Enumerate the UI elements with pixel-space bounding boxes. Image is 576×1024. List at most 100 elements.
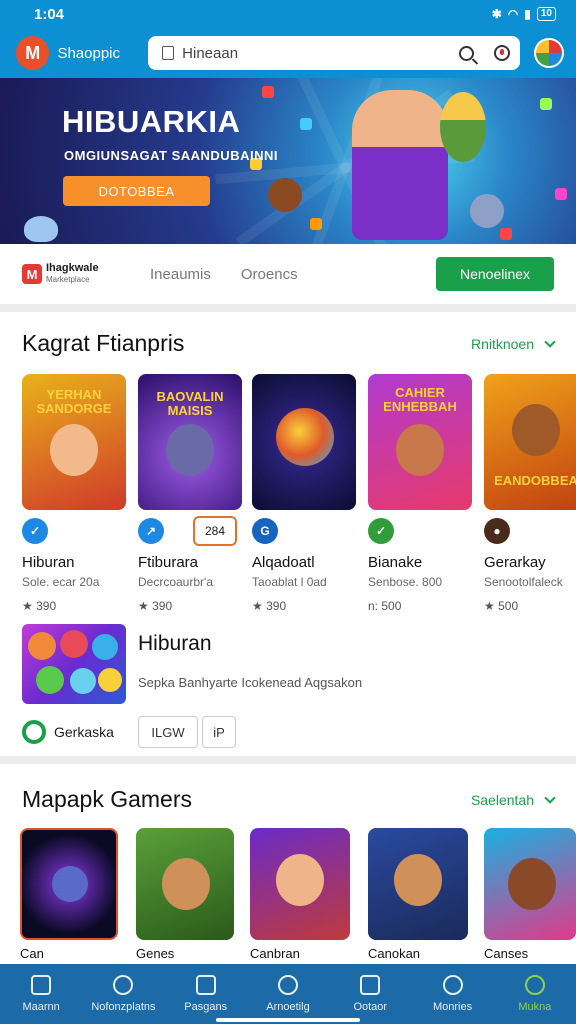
featured-app-description: Sepka Banhyarte Icokenead Aqgsakon (138, 675, 363, 690)
search-input[interactable]: Hineaan (182, 45, 459, 62)
game-thumbnail[interactable] (484, 828, 576, 940)
status-time: 1:04 (34, 5, 65, 23)
seller-row: M Ihagkwale Marketplace Ineaumis Oroencs… (0, 244, 576, 304)
featured-share-button[interactable]: iP (202, 716, 236, 748)
nav-item-apps[interactable]: Arnoetilg (247, 964, 329, 1024)
section-title: Kagrat Ftianpris (22, 330, 185, 356)
seller-tab-1[interactable]: Ineaumis (150, 266, 211, 283)
app-logo[interactable]: M (16, 36, 50, 70)
game-thumbnail[interactable] (368, 828, 468, 940)
app-meta: Senbose. 800 (368, 575, 443, 589)
game-card[interactable]: Can (20, 828, 118, 961)
section-featured: Kagrat Ftianpris Rnitknoen YERHAN SANDOR… (0, 312, 576, 756)
seller-logo: M (22, 264, 42, 284)
game-card[interactable]: Canses (484, 828, 576, 961)
nav-item-people[interactable]: Monries (411, 964, 493, 1024)
search-bar[interactable]: Hineaan (148, 36, 521, 70)
app-card[interactable]: CAHIER ENHEBBAH ✓ Bianake Senbose. 800 n… (368, 374, 472, 613)
featured-app[interactable]: Hiburan Sepka Banhyarte Icokenead Aqgsak… (22, 624, 542, 748)
app-thumbnail[interactable]: CAHIER ENHEBBAH (368, 374, 472, 510)
nav-item-account[interactable]: Mukna (494, 964, 576, 1024)
app-rating: ★ 390 (252, 599, 287, 613)
app-rating: ★ 390 (138, 599, 173, 613)
app-thumbnail[interactable] (252, 374, 356, 510)
nav-item-games[interactable]: Pasgans (165, 964, 247, 1024)
game-card[interactable]: Genes (136, 828, 234, 961)
search-lead-icon (162, 46, 175, 60)
section-games: Mapapk Gamers Saelentah Can Genes Canbra… (0, 764, 576, 964)
featured-app-title: Hiburan (138, 632, 212, 655)
game-name: Canses (484, 946, 529, 961)
app-badge-icon: ✓ (22, 518, 48, 544)
game-name: Can (20, 946, 44, 961)
section-more-link[interactable]: Saelentah (471, 791, 556, 808)
game-name: Canbran (250, 946, 300, 961)
banner-character-robot (470, 194, 504, 228)
banner-title: HIBUARKIA (62, 104, 241, 139)
banner-character-side (440, 92, 486, 162)
mic-icon[interactable] (494, 45, 511, 61)
game-thumbnail[interactable] (250, 828, 350, 940)
app-card[interactable]: BAOVALIN MAISIS ↗ Ftiburara Decrcoaurbr'… (138, 374, 242, 613)
app-thumbnail[interactable]: BAOVALIN MAISIS (138, 374, 242, 510)
signal-icon: ▮ (524, 7, 531, 21)
game-thumbnail[interactable] (136, 828, 234, 940)
seller-action-button[interactable]: Nenoelinex (436, 257, 554, 291)
game-card[interactable]: Canbran (250, 828, 350, 961)
chevron-down-icon (544, 335, 556, 348)
chevron-down-icon (544, 791, 556, 804)
app-meta: Senootolfaleck (484, 575, 563, 589)
price-badge[interactable]: 284 (193, 516, 237, 546)
game-thumbnail[interactable] (20, 828, 118, 940)
app-badge-icon: ↗ (138, 518, 164, 544)
status-bar: 1:04 ✱ ◠ ▮ 10 (0, 0, 576, 28)
banner-subtitle: OMGIUNSAGAT SAANDUBAINNI (64, 148, 278, 163)
featured-app-developer: Gerkaska (22, 720, 114, 744)
app-name: Bianake (368, 554, 423, 571)
bluetooth-icon: ✱ (491, 7, 502, 21)
featured-install-button[interactable]: ILGW (138, 716, 198, 748)
book-icon (360, 975, 381, 995)
account-icon (524, 975, 545, 995)
avatar[interactable] (534, 38, 564, 68)
app-meta: Decrcoaurbr'a (138, 575, 213, 589)
section-header: Kagrat Ftianpris Rnitknoen (22, 330, 556, 357)
bottom-nav: Maarnn Nofonzplatns Pasgans Arnoetilg Oo… (0, 964, 576, 1024)
people-icon (442, 975, 463, 995)
section-header: Mapapk Gamers Saelentah (22, 786, 556, 813)
nav-item-books[interactable]: Ootaor (329, 964, 411, 1024)
section-title: Mapapk Gamers (22, 786, 193, 812)
game-name: Genes (136, 946, 175, 961)
app-badge-icon: ● (484, 518, 510, 544)
app-card[interactable]: G Alqadoatl Taoablat l 0ad ★ 390 (252, 374, 356, 613)
status-icons: ✱ ◠ ▮ 10 (492, 7, 556, 21)
home-icon (31, 975, 52, 995)
home-indicator[interactable] (216, 1018, 360, 1022)
app-thumbnail[interactable]: EANDOBBEA (484, 374, 576, 510)
app-card[interactable]: YERHAN SANDORGE ✓ Hiburan Sole. ecar 20a… (22, 374, 126, 613)
app-thumbnail[interactable]: YERHAN SANDORGE (22, 374, 126, 510)
app-rating: ★ 390 (22, 599, 57, 613)
app-name: Alqadoatl (252, 554, 315, 571)
app-name: Ftiburara (138, 554, 199, 571)
game-card[interactable]: Canokan (368, 828, 468, 961)
seller-tab-2[interactable]: Oroencs (241, 266, 298, 283)
app-meta: Sole. ecar 20a (22, 575, 100, 589)
search-icon[interactable] (459, 45, 475, 61)
app-bar: M Shaoppic Hineaan (0, 28, 576, 78)
app-name: Hiburan (22, 554, 75, 571)
nav-item-home[interactable]: Maarnn (0, 964, 82, 1024)
app-badge-icon: ✓ (368, 518, 394, 544)
games-icon (195, 975, 216, 995)
banner-heart (24, 216, 58, 242)
brand-name: Shaoppic (57, 44, 121, 62)
featured-app-image[interactable] (22, 624, 126, 704)
game-name: Canokan (368, 946, 421, 961)
app-name: Gerarkay (484, 554, 546, 571)
banner-button[interactable]: DOTOBBEA (63, 176, 210, 206)
battery-icon: 10 (536, 7, 556, 21)
section-more-link[interactable]: Rnitknoen (471, 335, 556, 352)
app-card[interactable]: EANDOBBEA ● Gerarkay Senootolfaleck ★ 50… (484, 374, 576, 613)
seller-name: Ihagkwale Marketplace (46, 263, 136, 285)
nav-item-search[interactable]: Nofonzplatns (82, 964, 164, 1024)
